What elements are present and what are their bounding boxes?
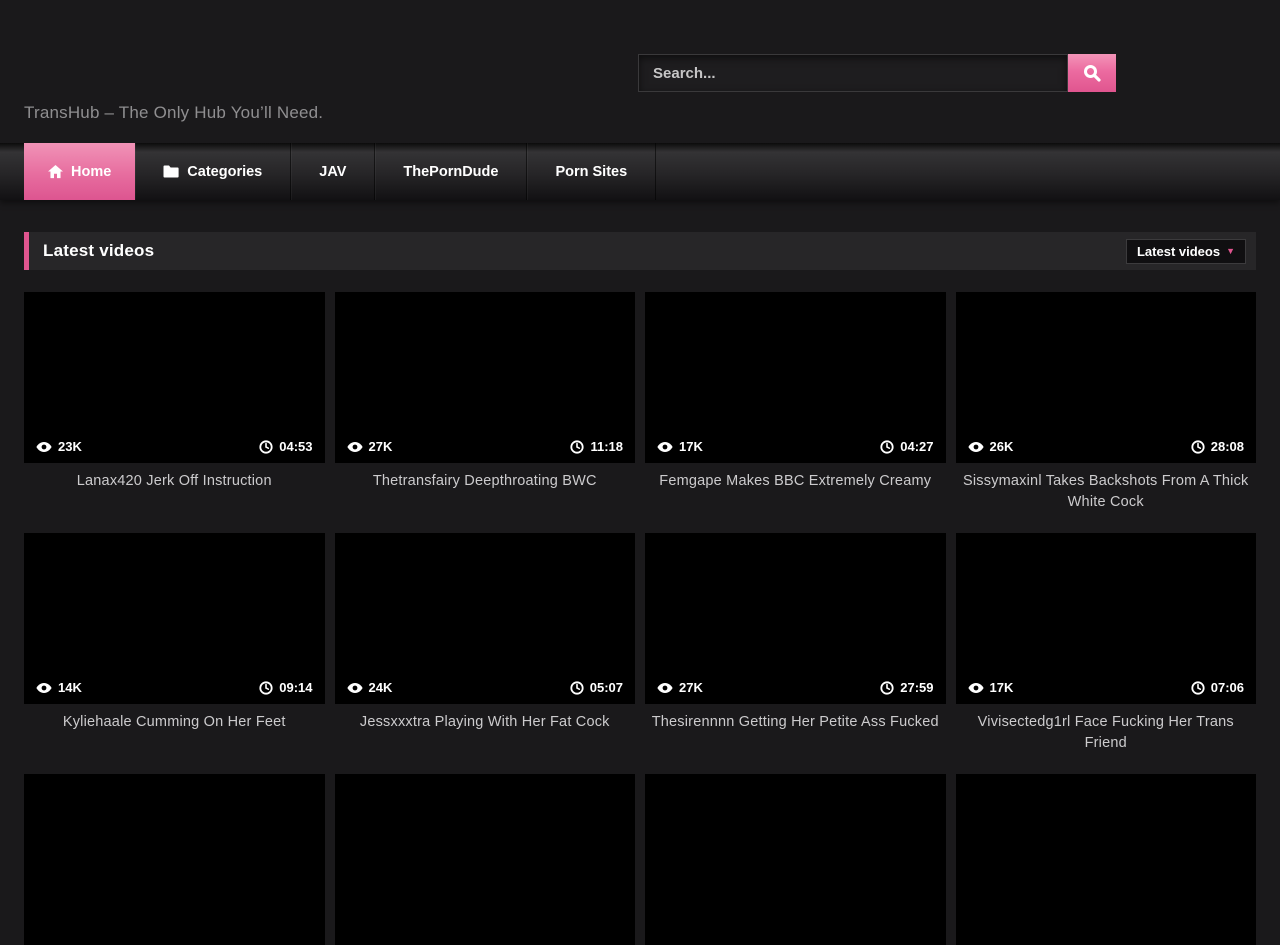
video-card[interactable]: 27K 11:18 Thetransfairy Deepthroating BW…	[335, 292, 636, 513]
video-meta: 23K 04:53	[24, 431, 325, 463]
video-duration: 28:08	[1211, 439, 1244, 454]
video-thumbnail[interactable]: 23K 04:53	[24, 292, 325, 463]
video-meta: 17K 04:27	[645, 431, 946, 463]
nav-item-label: Home	[71, 164, 111, 180]
clock-icon	[570, 681, 584, 695]
eye-icon	[347, 682, 363, 694]
video-title[interactable]: Lanax420 Jerk Off Instruction	[28, 471, 321, 513]
video-duration: 04:53	[279, 439, 312, 454]
eye-icon	[36, 682, 52, 694]
video-thumbnail[interactable]: 27K 11:18	[335, 292, 636, 463]
sort-dropdown-label: Latest videos	[1137, 244, 1220, 259]
video-duration: 09:14	[279, 680, 312, 695]
video-views: 26K	[990, 439, 1014, 454]
video-card[interactable]: 17K 04:27 Femgape Makes BBC Extremely Cr…	[645, 292, 946, 513]
video-duration: 05:07	[590, 680, 623, 695]
nav-item-label: Categories	[187, 164, 262, 180]
eye-icon	[36, 441, 52, 453]
eye-icon	[968, 441, 984, 453]
video-duration: 07:06	[1211, 680, 1244, 695]
video-title[interactable]: Sissymaxinl Takes Backshots From A Thick…	[960, 471, 1253, 513]
nav-item-label: Porn Sites	[555, 164, 627, 180]
site-header: TransHub – The Only Hub You’ll Need.	[0, 0, 1280, 143]
search-form	[638, 54, 1116, 92]
video-thumbnail[interactable]: 26K 28:08	[956, 292, 1257, 463]
video-card[interactable]: 17K 07:06 Vivisectedg1rl Face Fucking He…	[956, 533, 1257, 754]
main-nav: Home Categories JAV ThePornDude Porn Sit…	[0, 143, 1280, 200]
clock-icon	[570, 440, 584, 454]
video-views: 17K	[990, 680, 1014, 695]
video-views: 24K	[369, 680, 393, 695]
nav-item-porn-sites[interactable]: Porn Sites	[527, 143, 656, 200]
eye-icon	[968, 682, 984, 694]
video-views: 14K	[58, 680, 82, 695]
video-meta: 27K 27:59	[645, 672, 946, 704]
video-meta: 17K 07:06	[956, 672, 1257, 704]
video-card[interactable]: 27K 27:59 Thesirennnn Getting Her Petite…	[645, 533, 946, 754]
video-thumbnail[interactable]: 14K 09:14	[24, 533, 325, 704]
clock-icon	[259, 440, 273, 454]
video-card[interactable]: 14K 09:14 Kyliehaale Cumming On Her Feet	[24, 533, 325, 754]
video-title[interactable]: Kyliehaale Cumming On Her Feet	[28, 712, 321, 754]
clock-icon	[880, 681, 894, 695]
video-duration: 27:59	[900, 680, 933, 695]
video-views: 27K	[369, 439, 393, 454]
nav-item-categories[interactable]: Categories	[135, 143, 291, 200]
video-meta: 27K 11:18	[335, 431, 636, 463]
section-header: Latest videos Latest videos ▼	[24, 232, 1256, 270]
search-input[interactable]	[638, 54, 1068, 92]
search-button[interactable]	[1068, 54, 1116, 92]
main-content: Latest videos Latest videos ▼ 23K	[0, 232, 1280, 945]
video-thumbnail[interactable]: 24K 05:07	[335, 533, 636, 704]
video-views: 27K	[679, 680, 703, 695]
video-views: 23K	[58, 439, 82, 454]
video-views: 17K	[679, 439, 703, 454]
video-meta: 24K 05:07	[335, 672, 636, 704]
nav-item-jav[interactable]: JAV	[291, 143, 375, 200]
magnifier-icon	[1083, 64, 1101, 82]
video-title[interactable]: Thesirennnn Getting Her Petite Ass Fucke…	[649, 712, 942, 754]
eye-icon	[657, 682, 673, 694]
chevron-down-icon: ▼	[1226, 247, 1235, 256]
video-card[interactable]: 26K 28:08 Sissymaxinl Takes Backshots Fr…	[956, 292, 1257, 513]
nav-item-label: ThePornDude	[403, 164, 498, 180]
video-duration: 04:27	[900, 439, 933, 454]
clock-icon	[1191, 440, 1205, 454]
nav-item-theporndude[interactable]: ThePornDude	[375, 143, 527, 200]
nav-item-label: JAV	[319, 164, 346, 180]
video-card[interactable]: 24K 05:07 Jessxxxtra Playing With Her Fa…	[335, 533, 636, 754]
video-title[interactable]: Femgape Makes BBC Extremely Creamy	[649, 471, 942, 513]
video-thumbnail[interactable]: 17K 07:06	[956, 533, 1257, 704]
nav-item-home[interactable]: Home	[24, 143, 135, 200]
section-title: Latest videos	[43, 241, 154, 261]
clock-icon	[1191, 681, 1205, 695]
video-grid: 23K 04:53 Lanax420 Jerk Off Instruction	[24, 292, 1256, 945]
video-meta: 26K 28:08	[956, 431, 1257, 463]
video-meta: 14K 09:14	[24, 672, 325, 704]
clock-icon	[259, 681, 273, 695]
video-card[interactable]: 23K 04:53 Lanax420 Jerk Off Instruction	[24, 292, 325, 513]
sort-dropdown[interactable]: Latest videos ▼	[1126, 239, 1246, 264]
clock-icon	[880, 440, 894, 454]
folder-icon	[163, 165, 179, 178]
eye-icon	[657, 441, 673, 453]
video-title[interactable]: Thetransfairy Deepthroating BWC	[339, 471, 632, 513]
video-title[interactable]: Vivisectedg1rl Face Fucking Her Trans Fr…	[960, 712, 1253, 754]
home-icon	[48, 165, 63, 179]
video-thumbnail[interactable]: 17K 04:27	[645, 292, 946, 463]
video-thumbnail[interactable]: 27K 27:59	[645, 533, 946, 704]
site-tagline: TransHub – The Only Hub You’ll Need.	[24, 103, 323, 123]
eye-icon	[347, 441, 363, 453]
video-duration: 11:18	[590, 439, 623, 454]
video-title[interactable]: Jessxxxtra Playing With Her Fat Cock	[339, 712, 632, 754]
